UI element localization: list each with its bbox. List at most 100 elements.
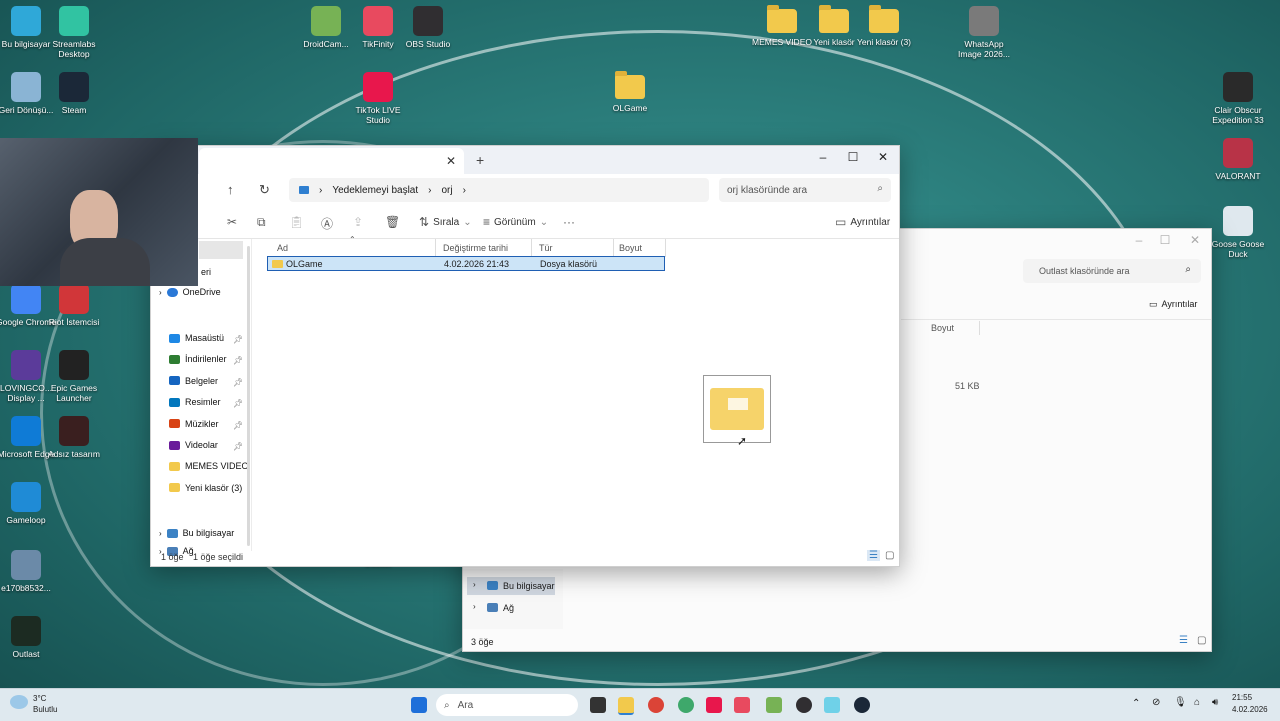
app-icon[interactable] bbox=[678, 697, 694, 713]
search-input[interactable]: Ara bbox=[458, 700, 474, 711]
sidebar-item-quick-access[interactable]: Yeni klasör (3) bbox=[169, 483, 242, 493]
desktop-icon[interactable]: Adsız tasarım bbox=[44, 416, 104, 459]
taskbar-search[interactable]: ⌕ Ara bbox=[436, 694, 578, 716]
breadcrumb-item[interactable]: Yedeklemeyi başlat bbox=[332, 185, 418, 196]
search-input[interactable]: Outlast klasöründe ara bbox=[1039, 266, 1130, 276]
delete-icon[interactable]: 🗑︎ bbox=[385, 215, 400, 229]
breadcrumb[interactable]: › Yedeklemeyi başlat › orj › bbox=[289, 178, 709, 202]
title-bar[interactable]: ✕ + – ☐ ✕ bbox=[151, 146, 899, 174]
pin-icon[interactable]: 📌︎ bbox=[233, 399, 243, 408]
desktop-icon[interactable]: Steam bbox=[44, 72, 104, 115]
desktop-icon[interactable]: Riot İstemcisi bbox=[44, 284, 104, 327]
sidebar-item-onedrive[interactable]: › OneDrive bbox=[159, 287, 221, 297]
task-view-icon[interactable] bbox=[590, 697, 606, 713]
desktop-icon[interactable]: Yeni klasör (3) bbox=[854, 5, 914, 47]
sidebar-item-pc[interactable]: › Bu bilgisayar bbox=[467, 577, 555, 595]
pin-icon[interactable]: 📌︎ bbox=[233, 335, 243, 344]
obs-icon[interactable] bbox=[796, 697, 812, 713]
chevron-right-icon[interactable]: › bbox=[428, 185, 431, 196]
refresh-icon[interactable]: ↻ bbox=[259, 182, 270, 198]
desktop-icon[interactable]: Gameloop bbox=[0, 482, 56, 525]
column-type[interactable]: Tür bbox=[539, 243, 553, 253]
chevron-right-icon[interactable]: › bbox=[473, 602, 476, 611]
pin-icon[interactable]: 📌︎ bbox=[233, 356, 243, 365]
app-icon[interactable] bbox=[824, 697, 840, 713]
desktop-icon[interactable]: MEMES VIDEO bbox=[752, 5, 812, 47]
paste-icon[interactable]: 📋︎ bbox=[289, 215, 304, 229]
sidebar-item-partial[interactable]: eri bbox=[201, 267, 211, 277]
new-tab-button[interactable]: + bbox=[476, 152, 484, 168]
breadcrumb-item[interactable]: orj bbox=[441, 185, 452, 196]
weather-icon[interactable] bbox=[10, 695, 28, 709]
table-row[interactable]: OLGame 4.02.2026 21:43 Dosya klasörü bbox=[267, 256, 665, 271]
network-icon[interactable]: ⌂ bbox=[1194, 697, 1200, 708]
steam-icon[interactable] bbox=[854, 697, 870, 713]
maximize-icon[interactable]: ☐ bbox=[841, 150, 865, 164]
chevron-right-icon[interactable]: › bbox=[319, 185, 322, 196]
close-icon[interactable]: ✕ bbox=[871, 150, 895, 164]
desktop-icon[interactable]: Outlast bbox=[0, 616, 56, 659]
more-options-icon[interactable]: ··· bbox=[563, 215, 575, 229]
clock-date[interactable]: 4.02.2026 bbox=[1232, 705, 1268, 714]
file-explorer-icon[interactable] bbox=[618, 697, 634, 715]
tiles-view-icon[interactable]: ▢ bbox=[885, 550, 894, 561]
view-button[interactable]: ≡ Görünüm ⌄ bbox=[483, 215, 548, 229]
copy-icon[interactable]: ⧉ bbox=[257, 215, 266, 230]
sort-button[interactable]: ⇅ Sırala ⌄ bbox=[419, 215, 472, 229]
network-off-icon[interactable]: ⊘ bbox=[1152, 697, 1160, 708]
sidebar-item-quick-access[interactable]: Videolar bbox=[169, 440, 218, 450]
desktop-icon[interactable]: WhatsApp Image 2026... bbox=[954, 6, 1014, 59]
column-size[interactable]: Boyut bbox=[931, 323, 954, 333]
weather-desc[interactable]: Bulutlu bbox=[33, 705, 57, 714]
sidebar-item-quick-access[interactable]: İndirilenler bbox=[169, 354, 227, 364]
weather-temp[interactable]: 3°C bbox=[33, 694, 46, 703]
tiles-view-icon[interactable]: ▢ bbox=[1197, 635, 1206, 646]
desktop-icon[interactable]: TikTok LIVE Studio bbox=[348, 72, 408, 125]
sidebar-item-quick-access[interactable]: Belgeler bbox=[169, 376, 218, 386]
details-view-icon[interactable]: ☰ bbox=[867, 550, 880, 561]
tikfinity-icon[interactable] bbox=[734, 697, 750, 713]
close-tab-icon[interactable]: ✕ bbox=[446, 154, 456, 168]
search-box[interactable]: Outlast klasöründe ara ⌕ bbox=[1023, 259, 1201, 283]
tab-orj[interactable]: ✕ bbox=[199, 148, 464, 174]
column-modified[interactable]: Değiştirme tarihi bbox=[443, 243, 508, 253]
sidebar-scrollbar[interactable] bbox=[247, 246, 250, 546]
volume-icon[interactable]: 🔊︎ bbox=[1212, 697, 1218, 708]
sidebar-item-network[interactable]: › Ağ bbox=[467, 599, 555, 617]
pin-icon[interactable]: 📌︎ bbox=[233, 378, 243, 387]
details-button[interactable]: ▭ Ayrıntılar bbox=[835, 215, 890, 229]
minimize-icon[interactable]: – bbox=[811, 150, 835, 164]
desktop-icon[interactable]: DroidCam... bbox=[296, 6, 356, 49]
sidebar-item-quick-access[interactable]: MEMES VIDEO bbox=[169, 461, 249, 471]
desktop-icon[interactable]: VALORANT bbox=[1208, 138, 1268, 181]
desktop-icon[interactable]: Streamlabs Desktop bbox=[44, 6, 104, 59]
close-icon[interactable]: ✕ bbox=[1183, 233, 1207, 247]
chevron-right-icon[interactable]: › bbox=[159, 529, 162, 538]
pin-icon[interactable]: 📌︎ bbox=[233, 421, 243, 430]
share-icon[interactable]: ⇪ bbox=[353, 215, 363, 229]
up-arrow-icon[interactable]: ↑ bbox=[227, 182, 234, 197]
desktop-icon[interactable]: Clair Obscur Expedition 33 bbox=[1208, 72, 1268, 125]
start-icon[interactable] bbox=[411, 697, 427, 713]
desktop-icon[interactable]: Epic Games Launcher bbox=[44, 350, 104, 403]
cut-icon[interactable]: ✂ bbox=[227, 215, 237, 229]
rename-icon[interactable]: Ⓐ bbox=[321, 215, 333, 232]
droidcam-icon[interactable] bbox=[766, 697, 782, 713]
search-box[interactable]: orj klasöründe ara ⌕ bbox=[719, 178, 891, 202]
desktop-icon[interactable]: e170b8532... bbox=[0, 550, 56, 593]
tiktok-icon[interactable] bbox=[706, 697, 722, 713]
chevron-up-icon[interactable]: ⌃ bbox=[1132, 698, 1140, 709]
column-size[interactable]: Boyut bbox=[619, 243, 642, 253]
column-name[interactable]: Ad bbox=[277, 243, 288, 253]
clock-time[interactable]: 21:55 bbox=[1232, 693, 1252, 702]
chevron-right-icon[interactable]: › bbox=[463, 185, 466, 196]
microphone-icon[interactable]: 🎙︎ bbox=[1174, 697, 1187, 708]
explorer-window-orj[interactable]: ✕ + – ☐ ✕ ↑ ↻ › Yedeklemeyi başlat › orj… bbox=[150, 145, 900, 567]
sidebar-item-quick-access[interactable]: Müzikler bbox=[169, 419, 219, 429]
desktop-icon[interactable]: OLGame bbox=[600, 71, 660, 113]
desktop-icon[interactable]: Goose Goose Duck bbox=[1208, 206, 1268, 259]
details-view-icon[interactable]: ☰ bbox=[1179, 635, 1188, 646]
desktop-icon[interactable]: OBS Studio bbox=[398, 6, 458, 49]
minimize-icon[interactable]: – bbox=[1127, 233, 1151, 247]
sidebar-item-pc[interactable]: › Bu bilgisayar bbox=[159, 528, 234, 538]
